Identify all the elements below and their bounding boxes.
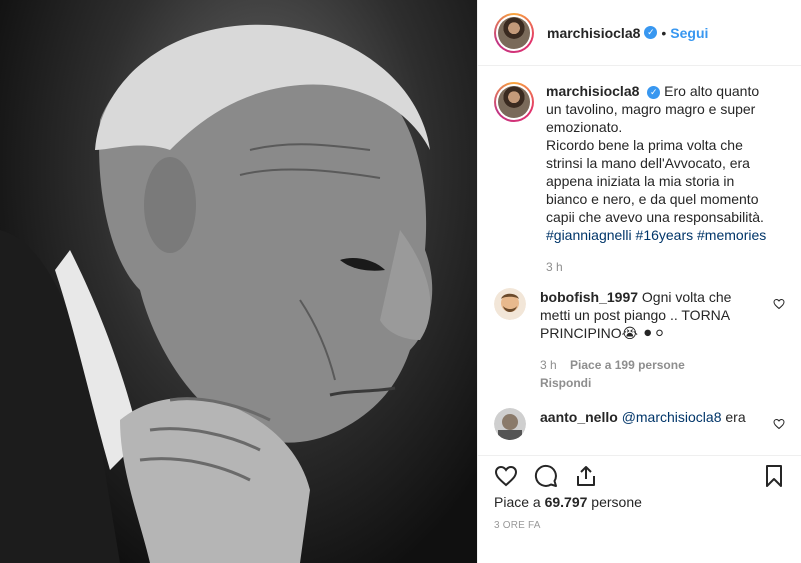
commenter-avatar[interactable]	[494, 408, 526, 440]
comment-likes-label: Piace a 199 persone	[570, 358, 685, 372]
caption-verified-icon: ✓	[647, 85, 661, 99]
hashtag-gianniagnelli[interactable]: #gianniagnelli	[546, 227, 632, 243]
caption-body: marchisiocla8 ✓ Ero alto quanto un tavol…	[546, 82, 776, 276]
post-photo[interactable]	[0, 0, 477, 563]
comment-body: bobofish_1997 Ogni volta che metti un po…	[540, 288, 752, 392]
comment-heart-icon[interactable]	[773, 298, 785, 310]
likes-number: 69.797	[544, 494, 588, 510]
caption-avatar[interactable]	[494, 82, 534, 122]
caption-text-2: Ricordo bene la prima volta che strinsi …	[546, 137, 764, 225]
comment-age[interactable]: 3 h	[540, 358, 557, 372]
caption: marchisiocla8 ✓ Ero alto quanto un tavol…	[494, 82, 785, 276]
share-icon[interactable]	[574, 464, 598, 488]
comment-mention[interactable]: @marchisiocla8	[622, 409, 722, 425]
commenter-avatar[interactable]	[494, 288, 526, 320]
comment-item: bobofish_1997 Ogni volta che metti un po…	[494, 288, 785, 392]
likes-prefix: Piace a	[494, 494, 545, 510]
comment-heart-icon[interactable]	[773, 418, 785, 430]
portrait-illustration	[0, 24, 433, 563]
likes-count[interactable]: Piace a 69.797 persone	[494, 494, 642, 510]
heart-icon[interactable]	[494, 464, 518, 488]
author-username[interactable]: marchisiocla8	[547, 25, 640, 41]
caption-hashtags: #gianniagnelli #16years #memories	[546, 227, 766, 243]
hashtag-memories[interactable]: #memories	[697, 227, 766, 243]
caption-username[interactable]: marchisiocla8	[546, 83, 639, 99]
comment-meta: 3 h Piace a 199 persone Rispondi	[540, 356, 752, 392]
comment-item: aanto_nello @marchisiocla8 era	[494, 408, 785, 440]
comment-body: aanto_nello @marchisiocla8 era	[540, 408, 752, 440]
comment-text: era	[725, 409, 746, 425]
likes-suffix: persone	[587, 494, 642, 510]
verified-badge-icon: ✓	[644, 26, 658, 39]
comment-likes[interactable]: Piace a 199 persone	[570, 358, 685, 372]
author-avatar[interactable]	[494, 12, 534, 53]
post-sidebar: marchisiocla8 ✓ • Segui marchisiocla8 ✓ …	[477, 0, 801, 563]
comment-username[interactable]: aanto_nello	[540, 409, 618, 425]
bookmark-icon[interactable]	[762, 464, 786, 488]
hashtag-16years[interactable]: #16years	[636, 227, 694, 243]
follow-button[interactable]: Segui	[670, 25, 708, 41]
comment-username[interactable]: bobofish_1997	[540, 289, 638, 305]
caption-meta: 3 h	[546, 258, 776, 276]
caption-age[interactable]: 3 h	[546, 260, 563, 274]
comments-list[interactable]: marchisiocla8 ✓ Ero alto quanto un tavol…	[478, 66, 801, 454]
post-timestamp[interactable]: 3 ORE FA	[494, 520, 541, 531]
post-header: marchisiocla8 ✓ • Segui	[478, 0, 801, 66]
post-actions-bar	[478, 455, 801, 495]
separator-dot: •	[661, 24, 667, 41]
reply-button[interactable]: Rispondi	[540, 376, 591, 390]
comment-icon[interactable]	[534, 464, 558, 488]
